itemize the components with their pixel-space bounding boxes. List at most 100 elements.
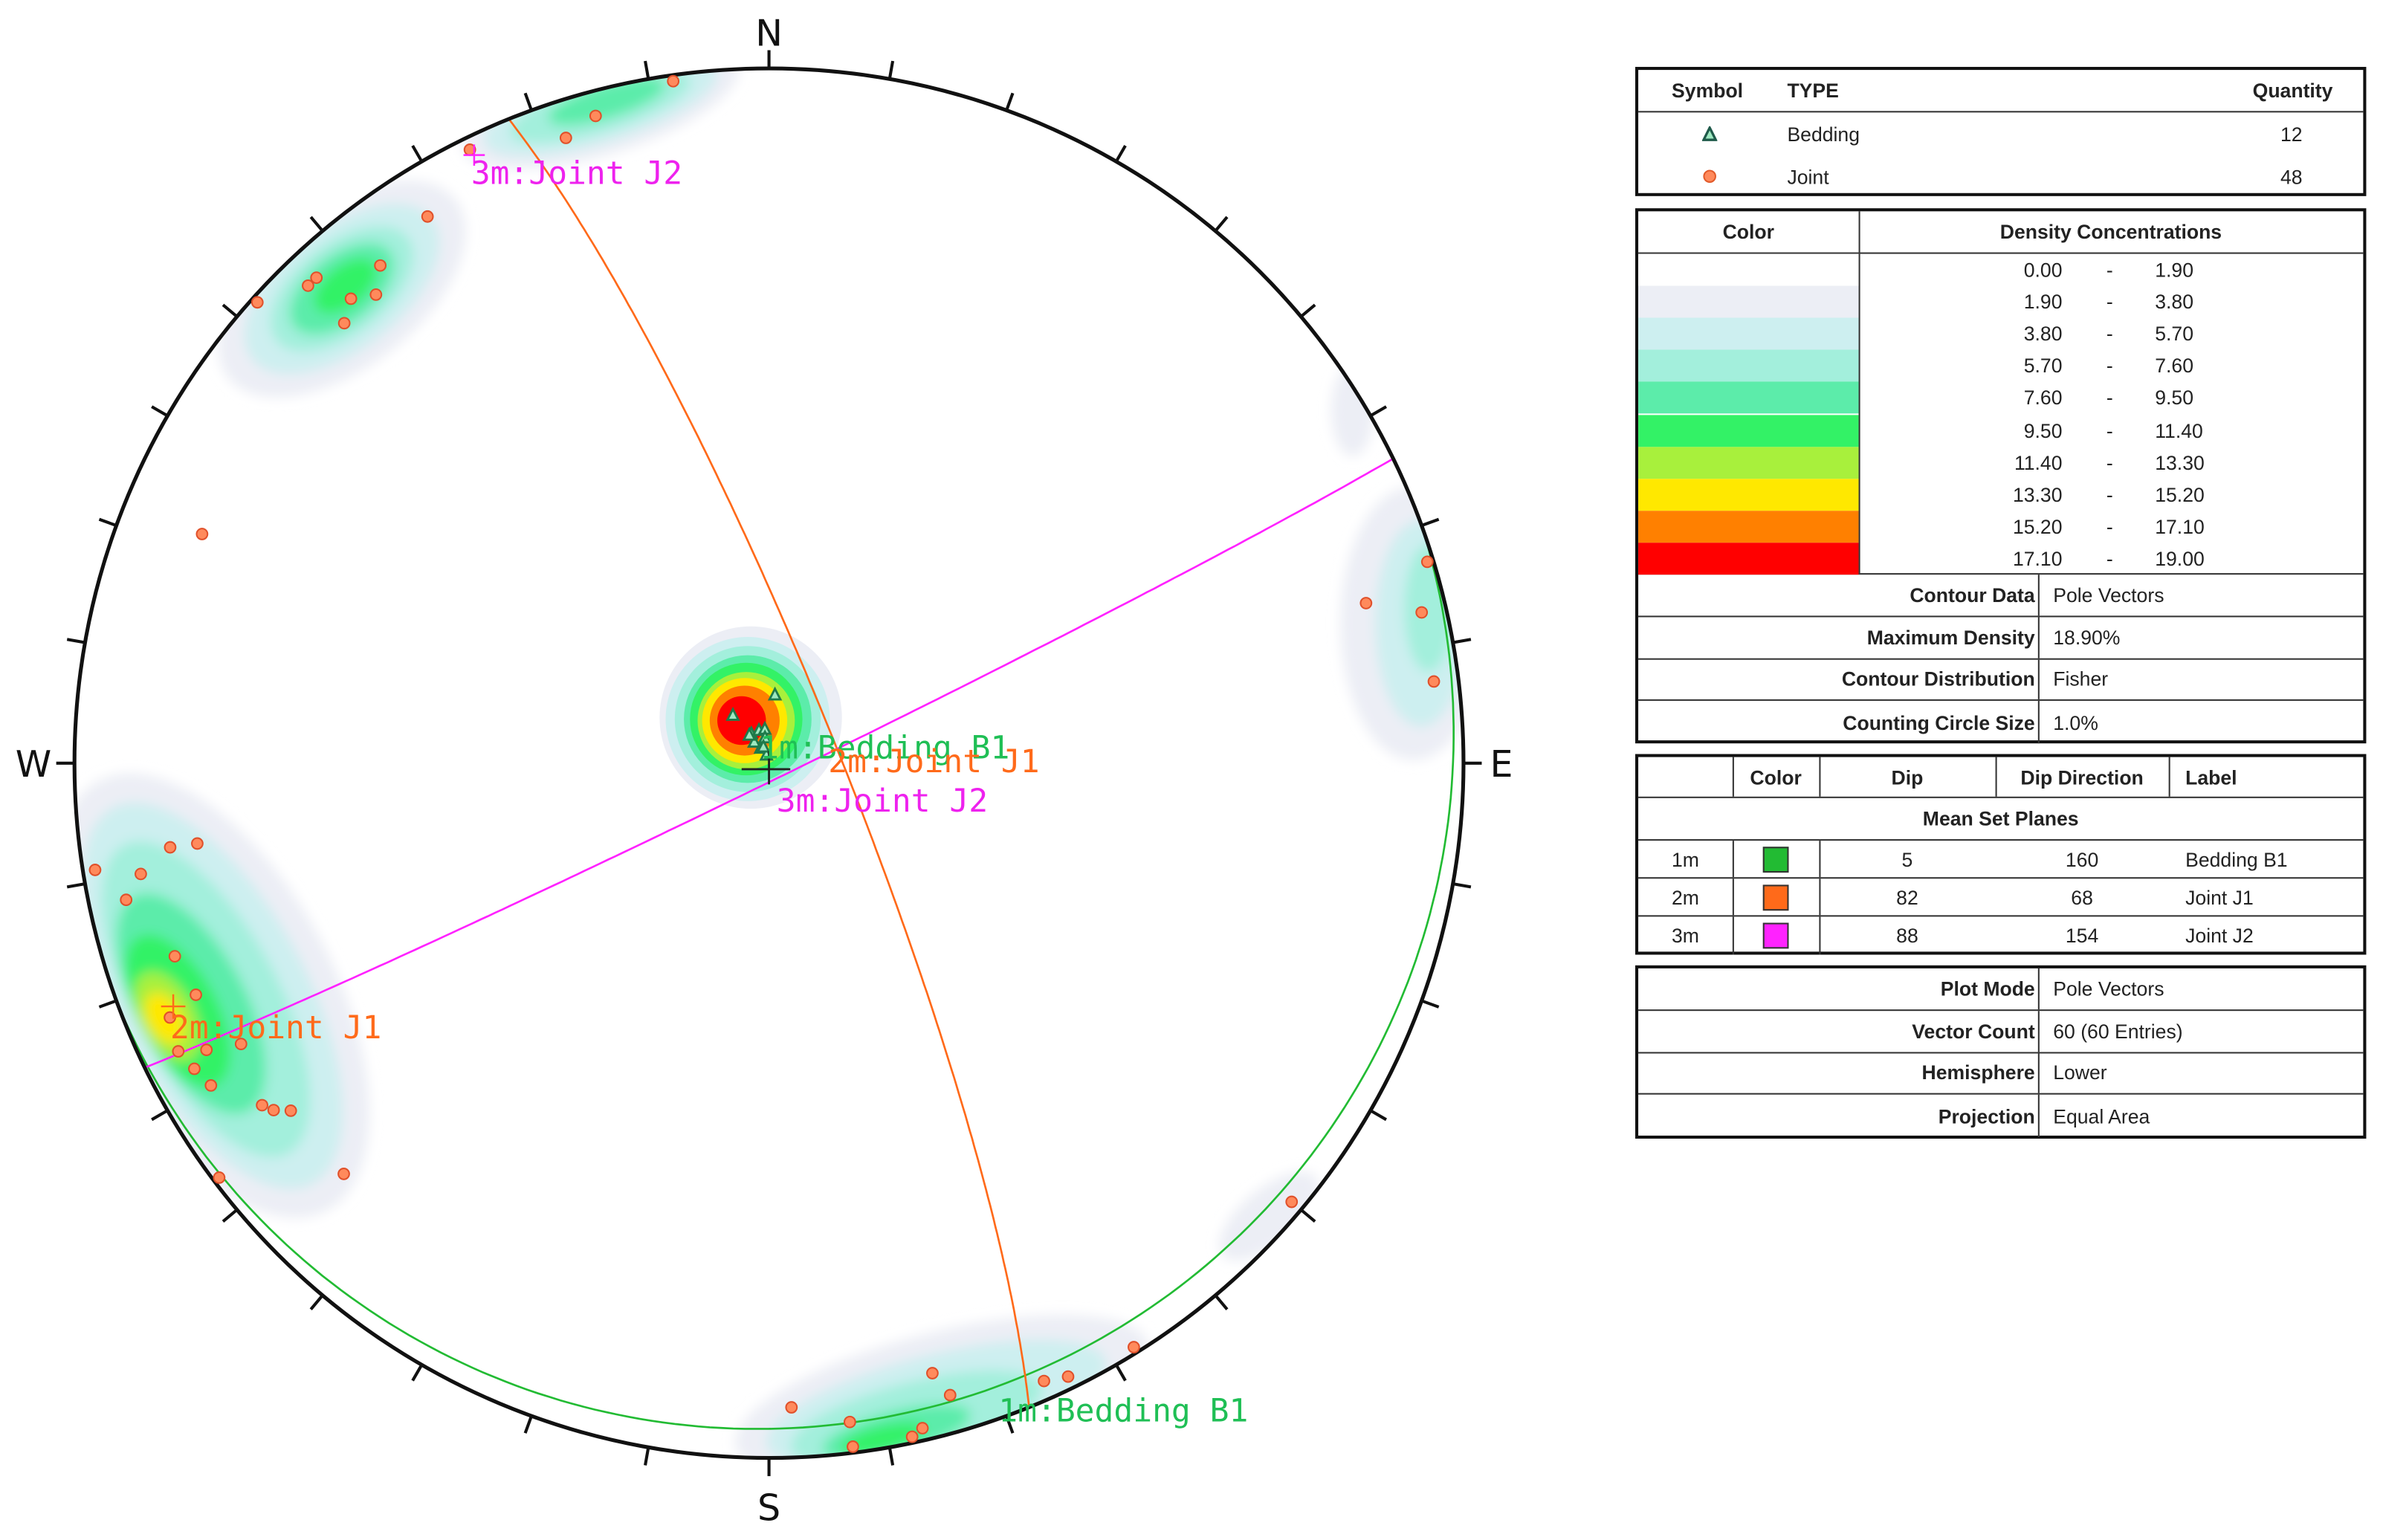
bin-sep: - [2106,547,2113,570]
property-value: Fisher [2053,667,2109,691]
property-key: Plot Mode [1940,977,2035,1000]
tick-mark [151,1109,169,1122]
label-joint-j1-center: 2m:Joint J1 [828,743,1039,780]
tick-mark [1452,638,1472,644]
property-row: Projection Equal Area [1638,1095,2363,1138]
joint-pole [847,1440,859,1453]
header-dip: Dip [1891,765,1924,789]
tick-mark [1300,1209,1316,1223]
tick-mark [644,1446,650,1466]
property-key: Hemisphere [1921,1061,2035,1085]
property-value: Lower [2053,1061,2107,1085]
tick-mark [222,303,239,318]
set-row-3m: 3m 88 154 Joint J2 [1638,916,2363,955]
stereonet: N E S W 1m:Bedding B1 2m:Joint J1 3m:Joi… [16,11,1513,1529]
sets-title-row: Mean Set Planes [1638,798,2364,841]
density-legend-table: Color Density Concentrations 0.00 - 1.90… [1635,208,2367,744]
contour-e [1340,486,1464,760]
contour-se [1219,1171,1319,1261]
bin-from: 9.50 [2023,418,2063,442]
joint-pole [344,292,358,305]
property-value: Pole Vectors [2053,977,2164,1000]
joint-pole [589,109,602,123]
header-symbol: Symbol [1672,79,1744,103]
header-quantity: Quantity [2252,79,2333,103]
property-row: Vector Count 60 (60 Entries) [1638,1010,2364,1053]
joint-pole [120,893,133,907]
joint-pole [88,864,102,876]
property-row: Contour Distribution Fisher [1638,659,2364,702]
joint-pole [785,1401,798,1414]
tick-mark [309,216,324,233]
contour-center [659,626,842,809]
bin-from: 15.20 [2012,515,2063,538]
bin-from: 3.80 [2023,323,2063,346]
set-dip-direction: 68 [2071,885,2093,909]
bin-sep: - [2106,323,2113,346]
tick-mark [66,638,85,644]
joint-pole [191,837,204,850]
bin-to: 17.10 [2155,515,2205,538]
bin-to: 11.40 [2155,418,2203,442]
tick-mark [98,999,117,1009]
property-row: Counting Circle Size 1.0% [1638,701,2363,744]
set-dip: 82 [1896,885,1918,909]
joint-pole [337,1168,350,1180]
bin-to: 1.90 [2155,258,2193,282]
density-swatch [1638,510,1859,543]
tick-mark [523,1415,533,1434]
joint-pole [204,1079,218,1092]
set-row-2m: 2m 82 68 Joint J1 [1638,879,2364,917]
tick-mark [1214,216,1229,233]
bin-to: 7.60 [2155,355,2193,378]
tick-mark [151,405,169,418]
bin-from: 13.30 [2012,482,2063,506]
property-value: 60 (60 Entries) [2053,1019,2183,1043]
density-bin-row: 7.60 - 9.50 [1638,382,2363,415]
label-joint-j2-pole: 3m:Joint J2 [471,155,682,192]
joint-pole [188,1062,201,1075]
joint-pole [1427,675,1441,688]
bin-from: 5.70 [2023,355,2063,378]
joint-pole [559,132,572,144]
bin-sep: - [2106,482,2113,506]
triangle-icon [1701,112,1718,155]
stereonet-figure: N E S W 1m:Bedding B1 2m:Joint J1 3m:Joi… [0,0,2383,1540]
joint-pole [1359,597,1373,609]
circle-icon [1702,155,1717,198]
set-dip: 5 [1901,847,1913,870]
set-label: Joint J1 [2185,885,2254,909]
set-id: 3m [1671,924,1699,948]
density-swatch [1638,285,1859,318]
set-id: 2m [1671,885,1699,909]
label-joint-j2-center: 3m:Joint J2 [777,783,988,820]
plot-info-table: Plot Mode Pole Vectors Vector Count 60 (… [1635,965,2367,1139]
set-color-swatch [1733,879,1820,915]
joint-pole [1285,1195,1299,1209]
tick-mark [644,60,650,80]
joint-pole [369,288,383,301]
bin-to: 13.30 [2155,450,2205,474]
bin-from: 17.10 [2012,547,2063,570]
property-value: Equal Area [2053,1104,2150,1128]
joint-pole [843,1415,856,1429]
tick-mark [411,1364,424,1382]
south-label: S [757,1486,780,1529]
density-bin-row: 15.20 - 17.10 [1638,510,2363,543]
density-bins: 0.00 - 1.90 1.90 - 3.80 3.80 - 5.70 5.70… [1638,253,2364,575]
joint-pole [190,989,202,1001]
property-row: Plot Mode Pole Vectors [1638,968,2364,1011]
joint-pole [1127,1341,1140,1353]
density-swatch [1638,317,1859,351]
joint-pole [195,528,209,540]
property-value: 1.0% [2053,711,2098,734]
density-contours [74,68,1464,1458]
type-label: Joint [1787,164,1829,188]
header-color: Color [1722,220,1775,244]
joint-pole [1061,1370,1075,1383]
property-value: 18.90% [2053,626,2121,649]
set-rows: 1m 5 160 Bedding B1 2m 82 68 Joint J1 3m… [1638,841,2364,955]
bin-to: 5.70 [2155,323,2193,346]
bin-sep: - [2106,386,2113,410]
tick-mark [887,60,895,80]
